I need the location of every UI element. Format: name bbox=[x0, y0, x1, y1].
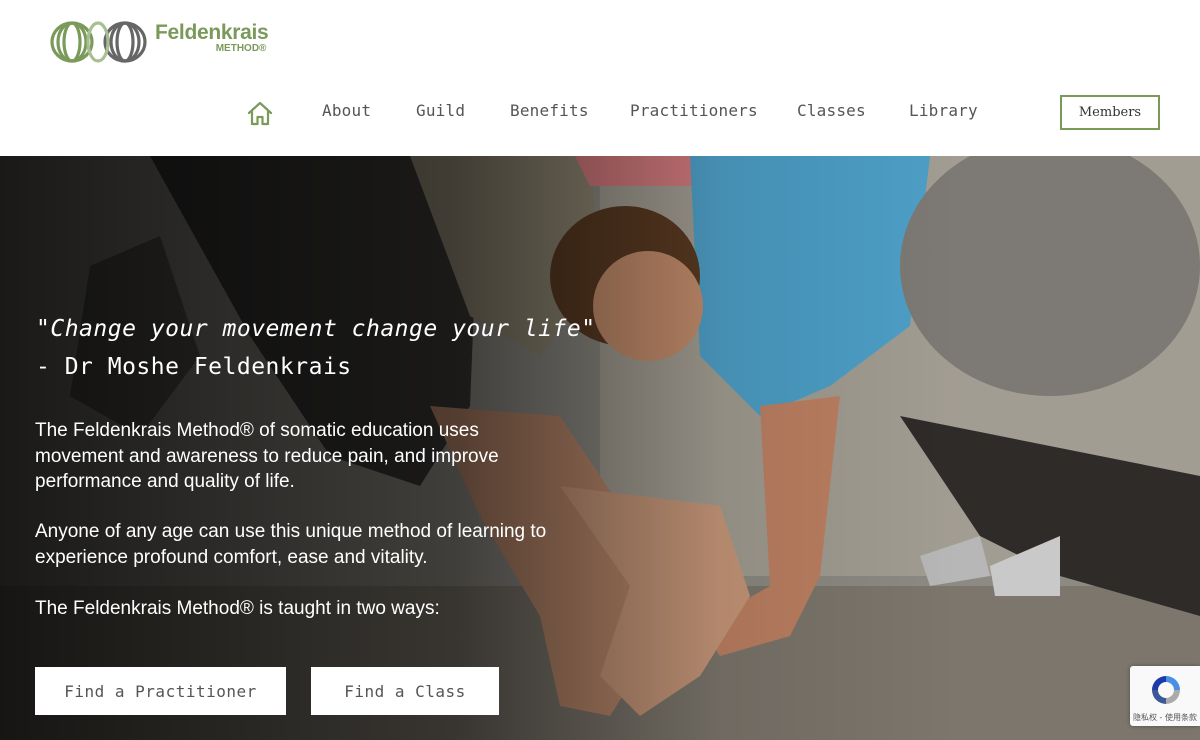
main-nav: About Guild Benefits Practitioners Class… bbox=[0, 96, 1200, 130]
nav-benefits[interactable]: Benefits bbox=[510, 101, 589, 120]
feldenkrais-logo[interactable]: Feldenkrais METHOD® bbox=[50, 20, 270, 66]
members-button[interactable]: Members bbox=[1060, 95, 1160, 130]
find-practitioner-button[interactable]: Find a Practitioner bbox=[35, 667, 286, 715]
recaptcha-text: 隐私权 - 使用条款 bbox=[1133, 713, 1197, 722]
hero-paragraph-2: Anyone of any age can use this unique me… bbox=[35, 521, 547, 568]
nav-practitioners[interactable]: Practitioners bbox=[630, 101, 758, 120]
logo-rings-icon bbox=[50, 21, 147, 63]
hero-quote: "Change your movement change your life" bbox=[36, 316, 596, 342]
logo-text: Feldenkrais METHOD® bbox=[155, 20, 269, 54]
hero-paragraph-1: The Feldenkrais Method® of somatic educa… bbox=[35, 420, 499, 492]
hero-quote-author: - Dr Moshe Feldenkrais bbox=[36, 354, 352, 380]
nav-classes[interactable]: Classes bbox=[797, 101, 866, 120]
nav-library[interactable]: Library bbox=[909, 101, 978, 120]
nav-about[interactable]: About bbox=[322, 101, 371, 120]
nav-guild[interactable]: Guild bbox=[416, 101, 465, 120]
site-header: Feldenkrais METHOD® About Guild Benefits… bbox=[0, 0, 1200, 156]
recaptcha-icon bbox=[1152, 676, 1180, 704]
home-icon[interactable] bbox=[246, 100, 274, 126]
hero-section: "Change your movement change your life" … bbox=[0, 156, 1200, 740]
recaptcha-badge[interactable]: 隐私权 - 使用条款 bbox=[1130, 666, 1200, 726]
hero-paragraph-3: The Feldenkrais Method® is taught in two… bbox=[35, 598, 440, 619]
find-class-button[interactable]: Find a Class bbox=[311, 667, 499, 715]
